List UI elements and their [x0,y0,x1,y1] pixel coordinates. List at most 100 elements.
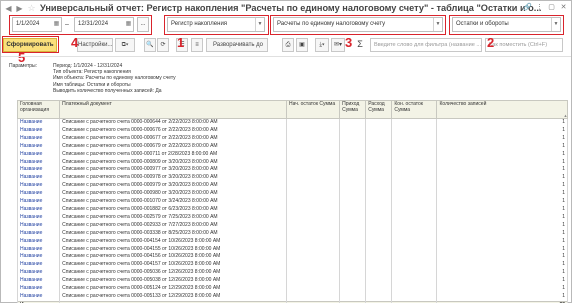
cell-income [339,261,367,270]
cell-doc: Списание с расчетного счета 0000-000977 … [59,166,287,175]
cell-doc: Списание с расчетного счета 0000-004157 … [59,261,287,270]
table-row[interactable]: Название Списание с расчетного счета 0000… [16,150,568,159]
expand-to-select[interactable]: Разворачивать до [206,38,268,52]
table-row[interactable]: Название Списание с расчетного счета 0000… [16,166,568,175]
cell-start [285,158,341,167]
col-header-count[interactable]: Количество записей [436,100,568,119]
col-header-doc[interactable]: Платежный документ [59,100,287,119]
table-row[interactable]: Название Списание с расчетного счета 0000… [16,253,568,262]
cell-doc: Списание с расчетного счета 0000-000677 … [59,134,287,143]
table-header-row: Головная организация Платежный документ … [16,100,568,119]
cell-org: Название [16,174,61,183]
forward-arrow-icon[interactable]: ▶ [15,4,24,13]
table-row[interactable]: Название Списание с расчетного счета 0000… [16,134,568,143]
cell-start [285,245,341,254]
cell-doc: Списание с расчетного счета 0000-002933 … [59,221,287,230]
table-row[interactable]: Название Списание с расчетного счета 0000… [16,261,568,270]
scroll-up-icon[interactable]: ▲ [563,113,568,118]
annotation-1: 1 [177,35,185,50]
vertical-scrollbar[interactable]: ▲ ▼ [563,113,568,303]
cell-doc: Списание с расчетного счета 0000-000644 … [59,118,287,127]
print-icon: ⎙ [285,42,291,48]
variants-button[interactable]: ⧉▾ [115,38,135,52]
table-row[interactable]: Название Списание с расчетного счета 0000… [16,118,568,127]
refresh-button[interactable]: ⟳ [157,38,169,52]
link-icon[interactable]: 🔗 [523,3,532,12]
ungroup-button[interactable]: ≡ [191,38,203,52]
more-icon[interactable]: ⋮ [535,3,544,12]
print-button[interactable]: ⎙ [282,38,294,52]
cell-count: 1 [436,150,568,159]
table-row[interactable]: Название Списание с расчетного счета 0000… [16,269,568,278]
cell-end [391,285,438,293]
cell-start [285,221,341,230]
cell-start [285,229,341,238]
table-row[interactable]: Название Списание с расчетного счета 0000… [16,205,568,214]
col-header-income[interactable]: Приход Сумма [339,100,367,119]
cell-org: Название [16,253,61,262]
mail-icon: ✉▾ [333,42,343,48]
cell-count: 1 [436,182,568,191]
save-button[interactable]: ⤓▾ [315,38,329,52]
cell-count: 1 [436,118,568,127]
table-row[interactable]: Название Списание с расчетного счета 0000… [16,292,568,302]
maximize-icon[interactable]: ▢ [547,3,556,12]
cell-start [285,198,341,206]
sum-button[interactable]: Σ [354,38,366,52]
cell-org: Название [16,182,61,191]
cell-end [391,277,438,286]
cell-count: 1 [436,253,568,262]
find-button[interactable]: 🔍 [144,38,156,52]
cell-doc: Списание с расчетного счета 0000-005036 … [59,269,287,278]
highlight-box-4 [9,15,152,35]
cell-org: Название [16,158,61,167]
table-row[interactable]: Название Списание с расчетного счета 0000… [16,237,568,246]
cell-count: 1 [436,277,568,286]
send-button[interactable]: ✉▾ [331,38,345,52]
table-row[interactable]: Название Списание с расчетного счета 0000… [16,198,568,206]
cell-end [391,118,438,127]
cell-income [339,277,367,286]
cell-count: 1 [436,229,568,238]
table-row[interactable]: Название Списание с расчетного счета 0000… [16,190,568,199]
favorite-star-icon[interactable]: ☆ [27,3,36,13]
table-row[interactable]: Название Списание с расчетного счета 0000… [16,277,568,286]
cell-count: 1 [436,158,568,167]
cell-count: 1 [436,142,568,151]
cell-end [391,174,438,183]
cell-org: Название [16,213,61,222]
col-header-org[interactable]: Головная организация [16,100,61,119]
table-row[interactable]: Название Списание с расчетного счета 0000… [16,285,568,293]
find-input[interactable]: Как поместить (Ctrl+F) [485,38,563,52]
table-row[interactable]: Название Списание с расчетного счета 0000… [16,245,568,254]
cell-income [339,205,367,214]
window-title: Универсальный отчет: Регистр накопления … [40,3,542,13]
preview-button[interactable]: ▣ [296,38,308,52]
table-row[interactable]: Название Списание с расчетного счета 0000… [16,229,568,238]
col-header-expense[interactable]: Расход Сумма [365,100,393,119]
cell-expense [365,277,393,286]
report-window: ◀ ▶ ☆ Универсальный отчет: Регистр накоп… [0,0,572,303]
cell-income [339,269,367,278]
back-arrow-icon[interactable]: ◀ [4,4,13,13]
cell-count: 1 [436,134,568,143]
cell-start [285,126,341,135]
filter-search-input[interactable]: Введите слово для фильтра (название ... [370,38,482,52]
generate-button[interactable]: Сформировать [3,38,57,52]
table-row[interactable]: Название Списание с расчетного счета 0000… [16,182,568,191]
close-icon[interactable]: ✕ [559,3,568,12]
cell-income [339,213,367,222]
col-header-start[interactable]: Нач. остаток Сумма [285,100,341,119]
cell-expense [365,261,393,270]
table-row[interactable]: Название Списание с расчетного счета 0000… [16,142,568,151]
settings-button[interactable]: Настройки... [77,38,113,52]
cell-org: Название [16,237,61,246]
col-header-end[interactable]: Кон. остаток Сумма [391,100,438,119]
cell-org: Название [16,134,61,143]
table-row[interactable]: Название Списание с расчетного счета 0000… [16,174,568,183]
table-row[interactable]: Название Списание с расчетного счета 0000… [16,213,568,222]
table-row[interactable]: Название Списание с расчетного счета 0000… [16,126,568,135]
cell-end [391,150,438,159]
table-row[interactable]: Название Списание с расчетного счета 0000… [16,158,568,167]
table-row[interactable]: Название Списание с расчетного счета 0000… [16,221,568,230]
